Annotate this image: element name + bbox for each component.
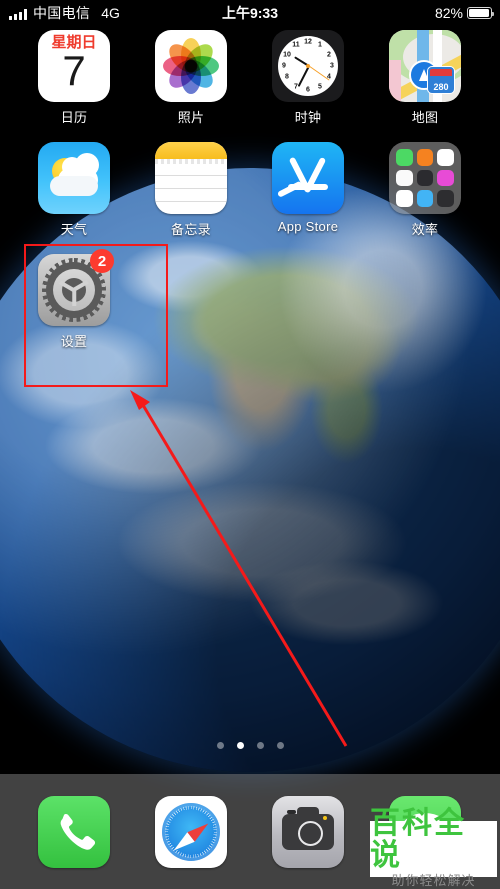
app-label-notes: 备忘录 (171, 222, 211, 237)
page-dot-3[interactable] (256, 742, 264, 749)
maps-icon[interactable]: 280 (389, 30, 461, 102)
phone-handset-glyph (60, 813, 96, 850)
app-notes[interactable]: 备忘录 (155, 142, 227, 238)
battery-icon (467, 7, 494, 19)
calendar-day: 7 (62, 47, 86, 94)
app-clock[interactable]: 12 1 2 3 4 5 6 7 8 9 10 11 时钟 (272, 30, 344, 126)
page-dot-4[interactable] (276, 742, 284, 749)
app-label-maps: 地图 (411, 110, 439, 125)
calendar-icon[interactable]: 星期日 7 (38, 30, 110, 102)
app-label-app-store: App Store (277, 219, 339, 234)
notes-icon[interactable] (155, 142, 227, 214)
app-row-1: 星期日 7 日历 照片 12 1 2 3 4 5 6 7 8 9 10 11 时… (0, 30, 500, 126)
phone-icon[interactable] (38, 795, 110, 868)
mini-icon-facetime (396, 149, 413, 166)
app-weather[interactable]: 天气 (38, 142, 110, 238)
clock-pivot (306, 64, 310, 68)
mini-icon-itunes (437, 169, 454, 187)
safari-compass-icon[interactable] (155, 795, 227, 868)
app-row-2: 天气 备忘录 App Store 效率 (0, 142, 500, 238)
settings-highlight-box (24, 244, 168, 387)
maps-highway-number: 280 (433, 82, 449, 92)
watermark-title: 百科全说 (370, 807, 466, 872)
photos-icon[interactable] (155, 30, 227, 102)
iphone-home-screen: 中国电信 4G 上午9:33 82% 星期日 7 日历 照片 12 1 2 3 … (0, 0, 500, 889)
status-bar-clock: 上午9:33 (221, 5, 279, 21)
app-productivity-folder[interactable]: 效率 (389, 142, 461, 238)
camera-body (282, 806, 334, 850)
weather-icon[interactable] (38, 142, 110, 214)
mini-icon-health (437, 149, 454, 166)
app-label-weather: 天气 (60, 222, 88, 237)
app-app-store[interactable]: App Store (272, 142, 344, 238)
page-dot-2-active[interactable] (236, 742, 244, 749)
battery-percent-label: 82% (434, 5, 463, 21)
status-bar-right: 82% (434, 5, 494, 21)
app-label-clock: 时钟 (294, 110, 322, 125)
mini-icon-mail (416, 190, 434, 207)
watermark: 百科全说 助你轻松解决 (370, 808, 497, 888)
page-indicator-dots[interactable] (0, 742, 500, 749)
mini-icon-stocks (416, 169, 434, 187)
safari-compass-dial (162, 802, 220, 861)
watermark-subtitle: 助你轻松解决 (391, 873, 476, 888)
app-photos[interactable]: 照片 (155, 30, 227, 126)
maps-highway-shield: 280 (427, 66, 455, 94)
mini-icon-reminders (396, 190, 413, 207)
mini-icon-home (396, 169, 413, 187)
app-label-productivity-folder: 效率 (411, 222, 439, 237)
mini-icon-books (416, 149, 434, 166)
clock-icon[interactable]: 12 1 2 3 4 5 6 7 8 9 10 11 (272, 30, 344, 102)
app-store-icon[interactable] (272, 142, 344, 214)
page-dot-1[interactable] (216, 742, 224, 749)
folder-icon[interactable] (389, 142, 461, 214)
clock-minute-hand (297, 65, 310, 87)
app-label-calendar: 日历 (60, 110, 88, 125)
app-calendar[interactable]: 星期日 7 日历 (38, 30, 110, 126)
app-label-photos: 照片 (177, 110, 205, 125)
clock-face: 12 1 2 3 4 5 6 7 8 9 10 11 (278, 36, 338, 96)
app-maps[interactable]: 280 地图 (389, 30, 461, 126)
status-bar: 中国电信 4G 上午9:33 82% (0, 0, 500, 26)
mini-icon-wallet (437, 190, 454, 207)
camera-icon[interactable] (272, 795, 344, 868)
